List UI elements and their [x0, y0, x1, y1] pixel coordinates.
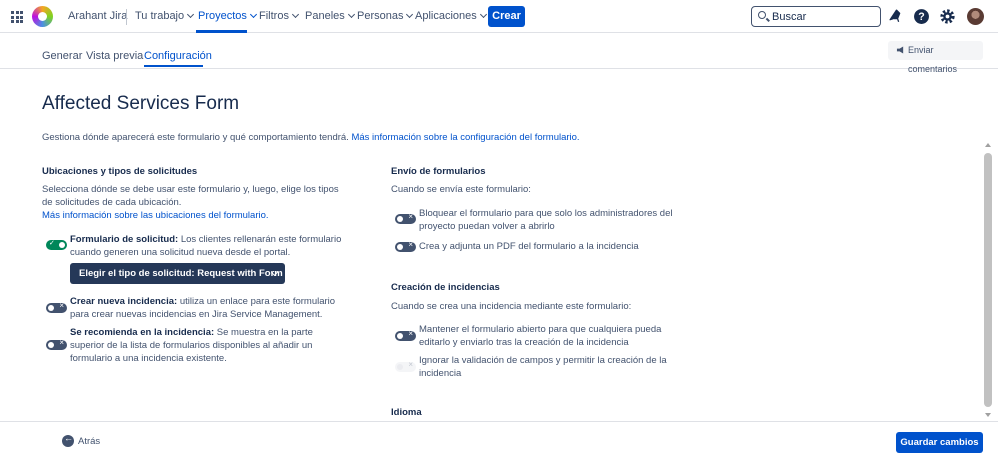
nav-label: Paneles — [305, 10, 345, 22]
settings-icon[interactable] — [939, 8, 956, 25]
nav-apps[interactable]: Aplicaciones — [415, 10, 487, 22]
notifications-icon[interactable] — [888, 8, 905, 25]
nav-people[interactable]: Personas — [357, 10, 414, 22]
locations-help-link[interactable]: Más información sobre las ubicaciones de… — [42, 209, 339, 222]
nav-label: Proyectos — [198, 10, 247, 22]
search-input[interactable] — [772, 9, 876, 24]
feedback-label: Enviar comentarios — [908, 45, 958, 74]
submission-section-title: Envío de formularios — [391, 166, 486, 177]
nav-projects[interactable]: Proyectos — [198, 10, 257, 22]
scroll-up-icon[interactable] — [985, 143, 991, 147]
feedback-button[interactable]: Enviar comentarios — [888, 41, 983, 74]
nav-divider — [126, 9, 127, 25]
chevron-down-icon — [187, 10, 195, 19]
back-label: Atrás — [78, 436, 101, 447]
nav-dashboards[interactable]: Paneles — [305, 10, 355, 22]
skip-validation-option: Ignorar la validación de campos y permit… — [419, 354, 667, 380]
tab-settings[interactable]: Configuración — [144, 50, 212, 62]
nav-filters[interactable]: Filtros — [259, 10, 299, 22]
search-icon — [758, 11, 766, 19]
vertical-scrollbar[interactable] — [983, 143, 993, 420]
top-navigation: Arahant Jira Tu trabajo Proyectos Filtro… — [0, 0, 998, 33]
lock-form-toggle[interactable] — [395, 212, 416, 224]
option-label: Formulario de solicitud: — [70, 234, 179, 245]
apps-grid-icon[interactable] — [11, 11, 23, 23]
option-text: formulario a una incidencia existente. — [70, 353, 227, 364]
option-text: editarlo y enviarlo tras la creación de … — [419, 337, 629, 348]
nav-your-work[interactable]: Tu trabajo — [135, 10, 195, 22]
dropdown-label: Elegir el tipo de solicitud: Request wit… — [79, 268, 283, 279]
chevron-down-icon — [291, 10, 299, 19]
option-text: incidencia — [419, 368, 462, 379]
description-line: Selecciona dónde se debe usar este formu… — [42, 184, 339, 195]
nav-label: Tu trabajo — [135, 10, 185, 22]
option-text: Mantener el formulario abierto para que … — [419, 324, 662, 335]
intro-description: Gestiona dónde aparecerá este formulario… — [42, 132, 352, 143]
tab-preview[interactable]: Vista previa — [86, 50, 143, 62]
option-text: cuando generen una solicitud nueva desde… — [70, 247, 291, 258]
language-section-title: Idioma — [391, 407, 422, 418]
recommended-toggle[interactable] — [46, 338, 67, 350]
attach-pdf-toggle[interactable] — [395, 240, 416, 252]
page-title: Affected Services Form — [42, 93, 240, 114]
option-text: proyecto puedan volver a abrirlo — [419, 221, 555, 232]
locations-section-title: Ubicaciones y tipos de solicitudes — [42, 166, 198, 177]
scroll-thumb[interactable] — [984, 153, 992, 407]
option-text: Los clientes rellenarán este formulario — [178, 234, 342, 245]
tab-build[interactable]: Generar — [42, 50, 82, 62]
form-tabs: Generar Vista previa Configuración Envia… — [0, 33, 998, 74]
settings-help-link[interactable]: Más información sobre la configuración d… — [351, 132, 579, 143]
site-logo[interactable] — [32, 6, 53, 27]
megaphone-icon — [896, 46, 904, 54]
scroll-down-icon[interactable] — [985, 413, 991, 417]
back-arrow-icon — [62, 433, 74, 447]
recommended-option: Se recomienda en la incidencia: Se muest… — [70, 326, 313, 365]
option-text: Se muestra en la parte — [214, 327, 313, 338]
option-text: superior de la lista de formularios disp… — [70, 340, 313, 351]
issue-creation-section-title: Creación de incidencias — [391, 282, 500, 293]
search-box[interactable] — [751, 6, 881, 27]
option-text: utiliza un enlace para este formulario — [177, 296, 336, 307]
svg-text:?: ? — [918, 11, 924, 23]
nav-label: Aplicaciones — [415, 10, 477, 22]
locations-description: Selecciona dónde se debe usar este formu… — [42, 183, 339, 222]
save-changes-button[interactable]: Guardar cambios — [896, 432, 983, 453]
active-tab-indicator — [144, 65, 203, 67]
request-form-option: Formulario de solicitud: Los clientes re… — [70, 233, 341, 259]
footer-bar: Atrás Guardar cambios — [0, 421, 998, 462]
issue-creation-description: Cuando se crea una incidencia mediante e… — [391, 301, 632, 312]
chevron-down-icon — [406, 10, 414, 19]
chevron-down-icon — [347, 10, 355, 19]
keep-open-toggle[interactable] — [395, 329, 416, 341]
skip-validation-toggle — [395, 360, 416, 372]
lock-form-option: Bloquear el formulario para que solo los… — [419, 207, 672, 233]
keep-open-option: Mantener el formulario abierto para que … — [419, 323, 661, 349]
option-text: Ignorar la validación de campos y permit… — [419, 355, 667, 366]
chevron-down-icon — [479, 10, 487, 19]
nav-label: Filtros — [259, 10, 289, 22]
create-issue-toggle[interactable] — [46, 301, 67, 313]
intro-text: Gestiona dónde aparecerá este formulario… — [42, 132, 580, 143]
help-icon[interactable]: ? — [913, 8, 930, 25]
nav-label: Personas — [357, 10, 404, 22]
create-button[interactable]: Crear — [488, 6, 525, 27]
submission-description: Cuando se envía este formulario: — [391, 184, 531, 195]
option-label: Se recomienda en la incidencia: — [70, 327, 215, 338]
create-issue-option: Crear nueva incidencia: utiliza un enlac… — [70, 295, 335, 321]
description-line: de solicitudes de cada ubicación. — [42, 197, 182, 208]
request-form-toggle[interactable] — [46, 239, 67, 250]
site-name[interactable]: Arahant Jira — [68, 10, 127, 22]
attach-pdf-option: Crea y adjunta un PDF del formulario a l… — [419, 241, 639, 252]
option-text: para crear nuevas incidencias en Jira Se… — [70, 309, 323, 320]
chevron-down-icon — [249, 10, 257, 19]
request-type-dropdown[interactable]: Elegir el tipo de solicitud: Request wit… — [70, 263, 285, 284]
option-text: Bloquear el formulario para que solo los… — [419, 208, 673, 219]
option-label: Crear nueva incidencia: — [70, 296, 178, 307]
avatar[interactable] — [967, 8, 984, 25]
